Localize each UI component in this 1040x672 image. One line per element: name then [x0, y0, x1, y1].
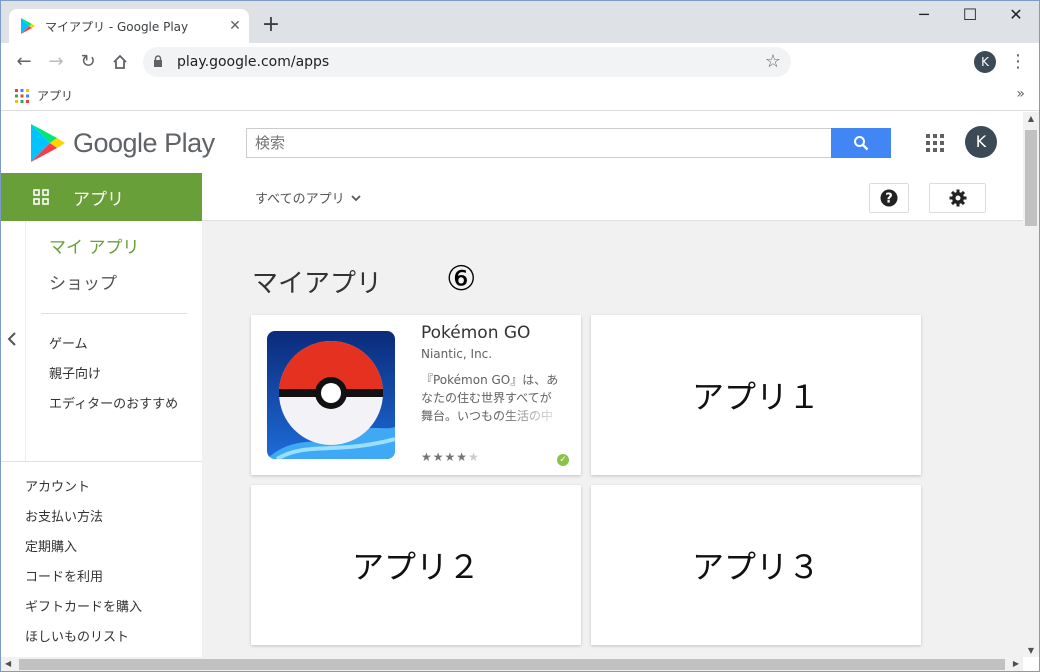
- reload-icon[interactable]: ↻: [75, 49, 101, 75]
- sidebar-item-games[interactable]: ゲーム: [49, 333, 88, 352]
- apps-tab-label: アプリ: [73, 189, 124, 210]
- app-description-line: 舞台。いつもの生活の中: [421, 409, 554, 423]
- app-card-placeholder-1[interactable]: アプリ１: [591, 315, 921, 475]
- app-rating: ★★★★★: [421, 450, 480, 464]
- app-description-line: なたの住む世界すべてが: [421, 391, 552, 405]
- sidebar-collapse-button[interactable]: [1, 221, 26, 461]
- bookmarks-more-icon[interactable]: »: [1016, 86, 1025, 102]
- tab-close-icon[interactable]: ✕: [223, 18, 247, 34]
- horizontal-scroll-thumb[interactable]: [19, 659, 1005, 670]
- new-tab-button[interactable]: +: [259, 13, 283, 37]
- url-text: play.google.com/apps: [177, 54, 330, 70]
- installed-check-icon: ✓: [557, 454, 569, 466]
- vertical-scrollbar[interactable]: ▲ ▼: [1023, 112, 1039, 657]
- star-icon: ★: [432, 450, 445, 464]
- browser-tab[interactable]: マイアプリ - Google Play ✕: [9, 9, 249, 43]
- back-icon[interactable]: ←: [11, 49, 37, 75]
- app-card-placeholder-2[interactable]: アプリ２: [251, 485, 581, 645]
- sidebar-item-buy-gift-card[interactable]: ギフトカードを購入: [25, 596, 142, 615]
- sidebar-item-subscriptions[interactable]: 定期購入: [25, 536, 77, 555]
- settings-button[interactable]: [929, 183, 986, 213]
- gear-icon: [949, 189, 966, 207]
- minimize-button[interactable]: ─: [901, 5, 947, 29]
- menu-dots-icon[interactable]: ⋮: [1009, 51, 1027, 72]
- play-store-logo-icon: [31, 124, 65, 162]
- app-placeholder-label: アプリ３: [691, 548, 820, 586]
- page-title: マイアプリ: [252, 269, 383, 299]
- apps-grid-icon: [15, 88, 29, 103]
- search-button[interactable]: [831, 128, 891, 158]
- apps-category-tab[interactable]: アプリ: [1, 173, 202, 221]
- vertical-scroll-thumb[interactable]: [1025, 130, 1037, 226]
- all-apps-label: すべてのアプリ: [255, 192, 345, 207]
- horizontal-scrollbar[interactable]: ◀ ▶: [1, 657, 1023, 671]
- star-icon: ★: [444, 450, 457, 464]
- browser-window: マイアプリ - Google Play ✕ + ─ ☐ ✕ ← → ↻ play…: [0, 0, 1040, 672]
- sidebar-item-payment-methods[interactable]: お支払い方法: [25, 506, 103, 525]
- app-placeholder-label: アプリ２: [351, 548, 480, 586]
- browser-toolbar: ← → ↻ play.google.com/apps ☆ K ⋮: [1, 43, 1039, 81]
- sidebar-divider: [41, 313, 187, 314]
- sidebar-item-redeem[interactable]: コードを利用: [25, 566, 103, 585]
- search-icon: [854, 136, 869, 151]
- app-card-pokemon-go[interactable]: Pokémon GO Niantic, Inc. 『Pokémon GO』は、あ…: [251, 315, 581, 475]
- app-description-line: 『Pokémon GO』は、あ: [421, 373, 559, 387]
- category-bar: アプリ すべてのアプリ ?: [1, 173, 1023, 221]
- chevron-left-icon: [7, 332, 16, 346]
- profile-avatar[interactable]: K: [974, 51, 996, 73]
- apps-tile-icon: [33, 189, 49, 205]
- page-content: Google Play K アプリ: [1, 112, 1023, 657]
- maximize-button[interactable]: ☐: [947, 5, 993, 29]
- sidebar-item-editors-choice[interactable]: エディターのおすすめ: [49, 393, 178, 412]
- play-store-favicon-icon: [21, 18, 35, 34]
- bookmarks-apps-label: アプリ: [37, 89, 74, 103]
- google-play-logo[interactable]: Google Play: [31, 124, 215, 162]
- annotation-number: ⑥: [446, 259, 477, 299]
- left-sidebar: マイ アプリ ショップ ゲーム 親子向け エディターのおすすめ アカウント お支…: [1, 221, 202, 657]
- window-close-button[interactable]: ✕: [993, 5, 1039, 29]
- home-icon[interactable]: [107, 49, 133, 75]
- sidebar-item-my-apps[interactable]: マイ アプリ: [49, 233, 139, 258]
- google-play-wordmark: Google Play: [73, 127, 215, 158]
- sidebar-section-divider: [1, 461, 202, 462]
- sidebar-item-account[interactable]: アカウント: [25, 476, 90, 495]
- app-icon-pokemon-go: [267, 331, 395, 459]
- address-bar[interactable]: play.google.com/apps ☆: [143, 47, 791, 77]
- scroll-up-icon[interactable]: ▲: [1023, 114, 1039, 123]
- bookmarks-apps-shortcut[interactable]: アプリ: [15, 87, 73, 104]
- help-icon: ?: [880, 189, 898, 207]
- star-icon: ★: [468, 450, 480, 464]
- sidebar-item-wishlist[interactable]: ほしいものリスト: [25, 626, 129, 645]
- main-content: マイアプリ ⑥ Pokémon GO Niantic, Inc. 『Pokémo…: [202, 221, 1023, 657]
- app-card-placeholder-3[interactable]: アプリ３: [591, 485, 921, 645]
- forward-icon[interactable]: →: [43, 49, 69, 75]
- all-apps-dropdown[interactable]: すべてのアプリ: [255, 188, 361, 207]
- sidebar-item-family[interactable]: 親子向け: [49, 363, 101, 382]
- scroll-down-icon[interactable]: ▼: [1023, 646, 1039, 655]
- lock-icon: [154, 55, 162, 67]
- title-bar: マイアプリ - Google Play ✕ + ─ ☐ ✕: [1, 1, 1039, 43]
- apps-grid-icon[interactable]: [926, 134, 944, 152]
- account-avatar[interactable]: K: [965, 126, 997, 158]
- bookmarks-bar: アプリ »: [1, 81, 1039, 111]
- app-developer[interactable]: Niantic, Inc.: [421, 347, 492, 361]
- app-placeholder-label: アプリ１: [691, 378, 820, 416]
- sidebar-item-shop[interactable]: ショップ: [49, 269, 117, 294]
- search-field[interactable]: [246, 128, 832, 158]
- star-icon: ★: [456, 450, 469, 464]
- scroll-right-icon[interactable]: ▶: [1013, 659, 1019, 668]
- search-input[interactable]: [247, 129, 831, 157]
- star-icon: ★: [421, 450, 433, 464]
- bookmark-star-icon[interactable]: ☆: [765, 51, 781, 72]
- scroll-left-icon[interactable]: ◀: [5, 659, 11, 668]
- svg-text:?: ?: [885, 192, 893, 207]
- app-name[interactable]: Pokémon GO: [421, 323, 530, 343]
- help-button[interactable]: ?: [869, 183, 909, 213]
- chevron-down-icon: [350, 194, 361, 201]
- play-header: Google Play K: [1, 112, 1023, 173]
- tab-title: マイアプリ - Google Play: [45, 19, 189, 34]
- app-description: 『Pokémon GO』は、あ なたの住む世界すべてが 舞台。いつもの生活の中: [421, 371, 567, 425]
